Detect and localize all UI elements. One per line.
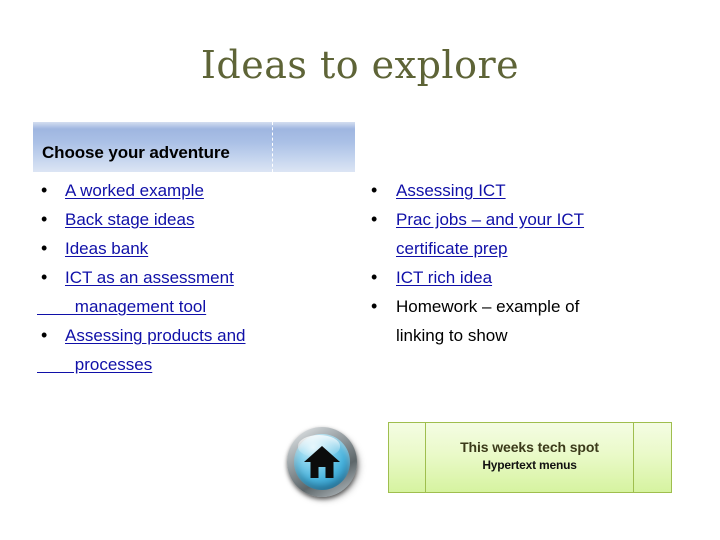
bullet-icon: • [371, 180, 378, 200]
right-bullet-list: • Assessing ICT • Prac jobs – and your I… [362, 176, 692, 350]
link-ict-as-an-assessment-management-tool[interactable]: ICT as an assessment [65, 268, 234, 287]
link-prac-jobs-and-your-ict-certificate-prep-line2[interactable]: certificate prep [396, 234, 692, 263]
list-item[interactable]: • Prac jobs – and your ICT certificate p… [362, 205, 692, 263]
list-item[interactable]: • Assessing ICT [362, 176, 692, 205]
text-homework-example-of-linking-to-show-line2: linking to show [396, 326, 508, 345]
page-title: Ideas to explore [200, 43, 520, 87]
link-ict-rich-idea[interactable]: ICT rich idea [396, 268, 492, 287]
tech-spot-subtitle: Hypertext menus [482, 458, 577, 472]
link-back-stage-ideas[interactable]: Back stage ideas [65, 210, 194, 229]
link-assessing-products-and-processes[interactable]: Assessing products and [65, 326, 246, 345]
bullet-icon: • [41, 267, 48, 287]
bullet-icon: • [41, 180, 48, 200]
list-item[interactable]: • ICT rich idea [362, 263, 692, 292]
list-item[interactable]: • Back stage ideas [33, 205, 363, 234]
list-item[interactable]: • ICT as an assessment management tool [33, 263, 363, 321]
choose-your-adventure-label: Choose your adventure [42, 143, 230, 162]
tech-spot-content: This weeks tech spot Hypertext menus [426, 423, 633, 492]
bullet-icon: • [371, 267, 378, 287]
bullet-icon: • [41, 209, 48, 229]
tech-spot-title: This weeks tech spot [460, 439, 599, 455]
home-icon [304, 446, 340, 478]
bullet-icon: • [371, 296, 378, 316]
tech-spot-box: This weeks tech spot Hypertext menus [388, 422, 672, 493]
link-ideas-bank[interactable]: Ideas bank [65, 239, 148, 258]
bullet-icon: • [371, 209, 378, 229]
list-item[interactable]: • Ideas bank [33, 234, 363, 263]
choose-your-adventure-band: Choose your adventure [33, 122, 355, 172]
link-a-worked-example[interactable]: A worked example [65, 181, 204, 200]
list-item[interactable]: • Assessing products and processes [33, 321, 363, 379]
dashed-divider-line [272, 122, 273, 172]
tech-spot-divider-right [633, 423, 634, 492]
text-homework-example-of-linking-to-show: Homework – example of [396, 297, 580, 316]
left-bullet-list: • A worked example • Back stage ideas • … [33, 176, 363, 379]
bullet-icon: • [41, 325, 48, 345]
link-prac-jobs-and-your-ict-certificate-prep[interactable]: Prac jobs – and your ICT [396, 210, 584, 229]
bullet-icon: • [41, 238, 48, 258]
link-ict-as-an-assessment-management-tool-line2[interactable]: management tool [37, 292, 363, 321]
list-item[interactable]: • A worked example [33, 176, 363, 205]
link-assessing-products-and-processes-line2[interactable]: processes [37, 350, 363, 379]
home-button[interactable] [287, 427, 358, 498]
link-assessing-ict[interactable]: Assessing ICT [396, 181, 506, 200]
list-item: • Homework – example of linking to show [362, 292, 692, 350]
